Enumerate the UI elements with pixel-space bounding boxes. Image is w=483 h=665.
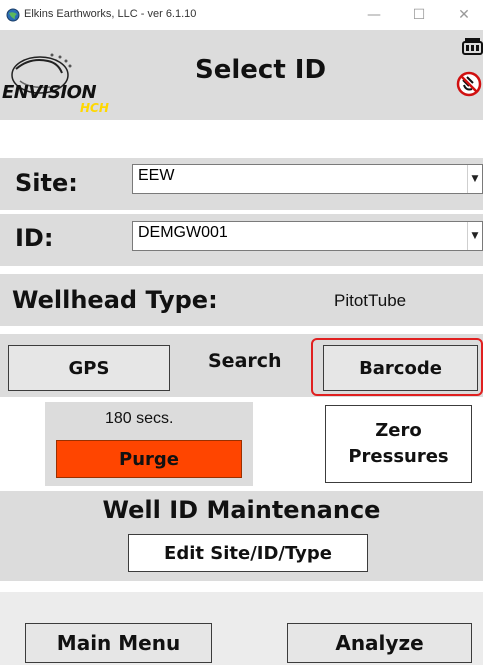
gps-button[interactable]: GPS xyxy=(8,345,170,391)
site-select-value: EEW xyxy=(138,167,175,184)
site-select[interactable]: EEW ▼ xyxy=(132,164,483,194)
search-label: Search xyxy=(208,350,282,372)
purge-button[interactable]: Purge xyxy=(56,440,242,478)
purge-time-text: 180 secs. xyxy=(105,410,174,427)
maximize-button[interactable]: ☐ xyxy=(405,4,433,26)
id-select-value: DEMGW001 xyxy=(138,224,228,241)
site-label: Site: xyxy=(15,169,78,197)
window-title: Elkins Earthworks, LLC - ver 6.1.10 xyxy=(24,8,197,20)
analyze-button[interactable]: Analyze xyxy=(287,623,472,663)
battery-icon xyxy=(462,38,483,55)
wellhead-type-label: Wellhead Type: xyxy=(12,286,218,314)
edit-site-id-type-button[interactable]: Edit Site/ID/Type xyxy=(128,534,368,572)
close-button[interactable]: ✕ xyxy=(450,4,478,26)
zero-pressures-line2: Pressures xyxy=(348,446,449,467)
id-label: ID: xyxy=(15,224,54,252)
app-globe-icon xyxy=(6,8,20,22)
maintenance-title: Well ID Maintenance xyxy=(102,496,381,524)
page-title: Select ID xyxy=(195,55,327,85)
minimize-button[interactable]: — xyxy=(360,4,388,26)
zero-pressures-button[interactable]: Zero Pressures xyxy=(325,405,472,483)
logo-subtext: HCH xyxy=(80,101,109,115)
zero-pressures-line1: Zero xyxy=(375,420,422,441)
gps-disabled-icon xyxy=(456,71,482,97)
wellhead-type-value: PitotTube xyxy=(334,291,407,310)
main-menu-button[interactable]: Main Menu xyxy=(25,623,212,663)
barcode-button[interactable]: Barcode xyxy=(323,345,478,391)
id-select[interactable]: DEMGW001 ▼ xyxy=(132,221,483,251)
logo-text: ENVISION xyxy=(2,82,97,103)
chevron-down-icon[interactable]: ▼ xyxy=(467,222,482,250)
chevron-down-icon[interactable]: ▼ xyxy=(467,165,482,193)
